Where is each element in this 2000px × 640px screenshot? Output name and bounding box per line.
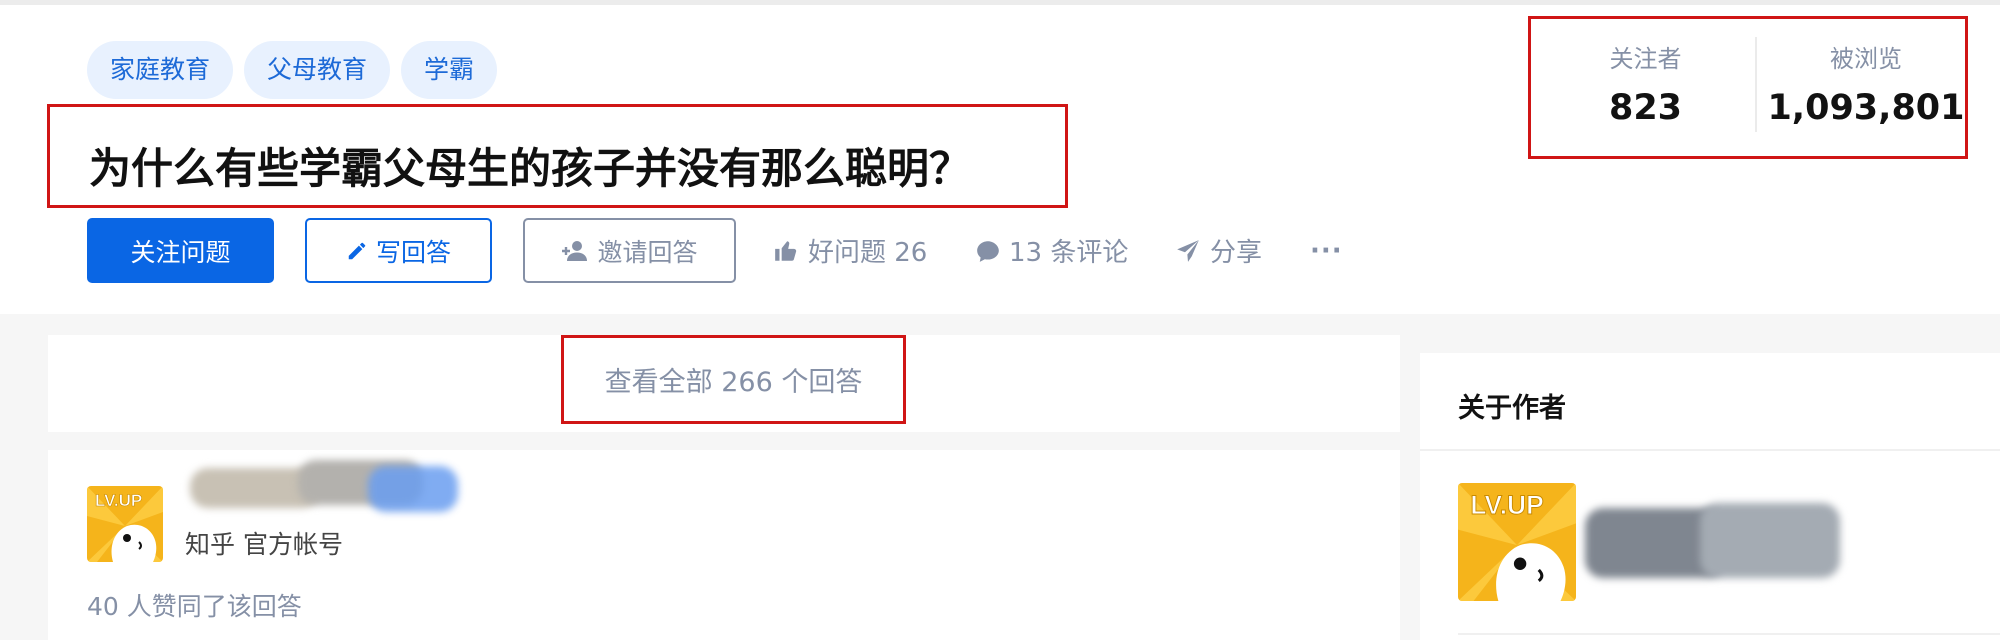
view-all-answers-link[interactable]: 查看全部 266 个回答 <box>605 360 863 399</box>
stats-highlight-box: 关注者 823 被浏览 1,093,801 <box>1528 16 1968 159</box>
invite-answer-button[interactable]: 邀请回答 <box>523 218 736 283</box>
title-highlight-box: 为什么有些学霸父母生的孩子并没有那么聪明？ <box>47 104 1068 208</box>
write-answer-label: 写回答 <box>375 237 451 267</box>
follow-question-button[interactable]: 关注问题 <box>87 218 274 283</box>
official-account-badge: 知乎 官方帐号 <box>185 530 343 559</box>
avatar[interactable]: LV.UP <box>87 486 163 562</box>
agree-count: 40 人赞同了该回答 <box>87 592 302 621</box>
redacted-username <box>368 466 458 512</box>
views-count: 1,093,801 <box>1767 88 1965 128</box>
view-all-highlight-box: 查看全部 266 个回答 <box>561 335 906 424</box>
thumbs-up-icon <box>775 240 797 261</box>
question-header: 家庭教育 父母教育 学霸 为什么有些学霸父母生的孩子并没有那么聪明？ 关注者 8… <box>0 0 2000 314</box>
svg-text:LV.UP: LV.UP <box>95 491 142 510</box>
lv-up-mascot-icon: LV.UP <box>87 486 163 562</box>
divider <box>1420 449 2000 451</box>
more-button[interactable]: ··· <box>1310 218 1343 283</box>
follow-question-label: 关注问题 <box>130 237 231 267</box>
add-user-icon <box>562 240 588 261</box>
divider <box>1458 633 2000 635</box>
question-title: 为什么有些学霸父母生的孩子并没有那么聪明？ <box>89 144 972 193</box>
lv-up-mascot-icon: LV.UP <box>1458 483 1576 601</box>
comments-button[interactable]: 13 条评论 <box>975 218 1128 283</box>
paper-plane-icon <box>1177 239 1199 262</box>
write-answer-button[interactable]: 写回答 <box>305 218 492 283</box>
topic-tag[interactable]: 学霸 <box>401 41 498 99</box>
share-button[interactable]: 分享 <box>1174 218 1262 283</box>
avatar[interactable]: LV.UP <box>1458 483 1576 601</box>
redacted-username <box>1700 503 1840 578</box>
comments-label: 13 条评论 <box>1009 238 1129 268</box>
followers-count: 823 <box>1608 88 1683 128</box>
good-question-button[interactable]: 好问题 26 <box>772 218 927 283</box>
followers-stat[interactable]: 关注者 823 <box>1588 39 1703 128</box>
topic-tag[interactable]: 家庭教育 <box>87 41 234 99</box>
svg-text:LV.UP: LV.UP <box>1470 490 1543 520</box>
views-stat: 被浏览 1,093,801 <box>1761 39 1971 128</box>
invite-answer-label: 邀请回答 <box>597 237 698 267</box>
views-label: 被浏览 <box>1830 45 1902 73</box>
topic-tag[interactable]: 父母教育 <box>244 41 391 99</box>
pencil-icon <box>348 242 366 259</box>
answer-card: LV.UP 知乎 官方帐号 40 人赞同了该回答 <box>48 450 1400 640</box>
good-question-label: 好问题 26 <box>808 238 928 268</box>
stats-divider <box>1755 37 1757 132</box>
share-label: 分享 <box>1210 238 1263 268</box>
followers-label: 关注者 <box>1609 45 1682 73</box>
topic-tags: 家庭教育 父母教育 学霸 <box>87 41 498 99</box>
about-author-card: 关于作者 LV.UP <box>1420 353 2000 640</box>
about-author-title: 关于作者 <box>1458 393 1566 424</box>
comment-icon <box>977 240 999 262</box>
more-icon: ··· <box>1310 235 1343 266</box>
